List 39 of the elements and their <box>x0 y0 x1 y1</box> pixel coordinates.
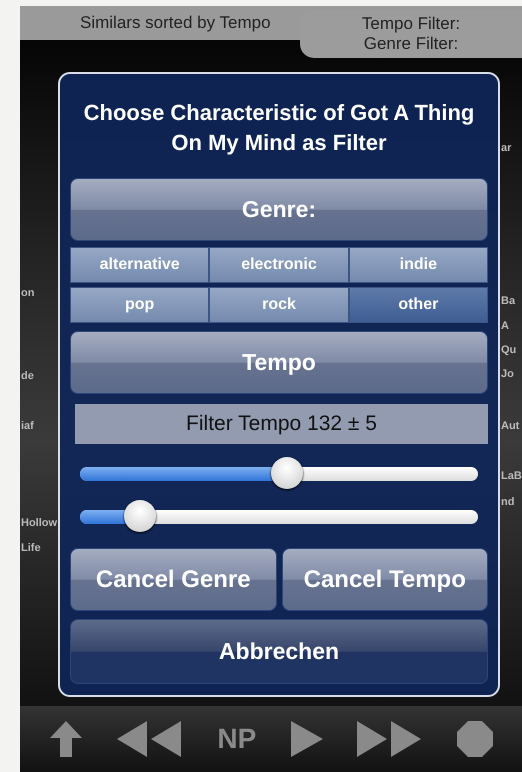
album-label: nd <box>501 496 516 508</box>
rewind-icon[interactable] <box>117 720 184 758</box>
play-icon[interactable] <box>290 720 322 758</box>
up-arrow-icon[interactable] <box>49 720 84 758</box>
genre-button[interactable]: Genre: <box>70 178 488 241</box>
album-label: LaB <box>501 470 522 482</box>
slider-thumb[interactable] <box>270 457 303 489</box>
album-label: Hollow <box>21 517 58 529</box>
tempo-slider[interactable] <box>80 501 478 533</box>
tempo-button[interactable]: Tempo <box>70 331 488 394</box>
cancel-button[interactable]: Abbrechen <box>70 619 488 684</box>
header-title: Similars sorted by Tempo <box>80 13 271 33</box>
tempo-filter-label: Filter Tempo 132 ± 5 <box>75 404 488 444</box>
genre-option[interactable]: indie <box>348 247 488 283</box>
fast-forward-icon[interactable] <box>356 720 423 758</box>
cancel-filter-button[interactable]: Cancel Genre <box>70 548 276 611</box>
tempo-slider[interactable] <box>80 458 478 490</box>
album-label: de <box>21 370 34 382</box>
dialog-title: Choose Characteristic of Got A Thing On My Mind as Filter <box>82 99 476 157</box>
now-playing-button[interactable]: NP <box>217 723 256 755</box>
album-label: Life <box>21 542 41 554</box>
genre-option[interactable]: alternative <box>70 247 210 283</box>
album-label: Jo <box>501 368 515 380</box>
album-label: Aut <box>501 420 520 432</box>
cancel-filter-button[interactable]: Cancel Tempo <box>282 548 488 611</box>
filter-label: Genre Filter: <box>364 34 458 54</box>
genre-option[interactable]: pop <box>70 287 210 323</box>
genre-option[interactable]: rock <box>209 287 349 323</box>
album-label: ar <box>501 142 512 154</box>
album-label: Ba <box>501 295 516 307</box>
genre-option[interactable]: other <box>348 287 488 323</box>
filter-label: Tempo Filter: <box>362 14 460 34</box>
album-label: Qu <box>501 344 518 356</box>
genre-option[interactable]: electronic <box>209 247 349 283</box>
album-label: iaf <box>21 420 34 432</box>
album-label: on <box>21 287 34 299</box>
slider-thumb[interactable] <box>124 500 156 532</box>
stop-icon[interactable] <box>456 721 493 757</box>
album-label: A <box>501 320 510 332</box>
